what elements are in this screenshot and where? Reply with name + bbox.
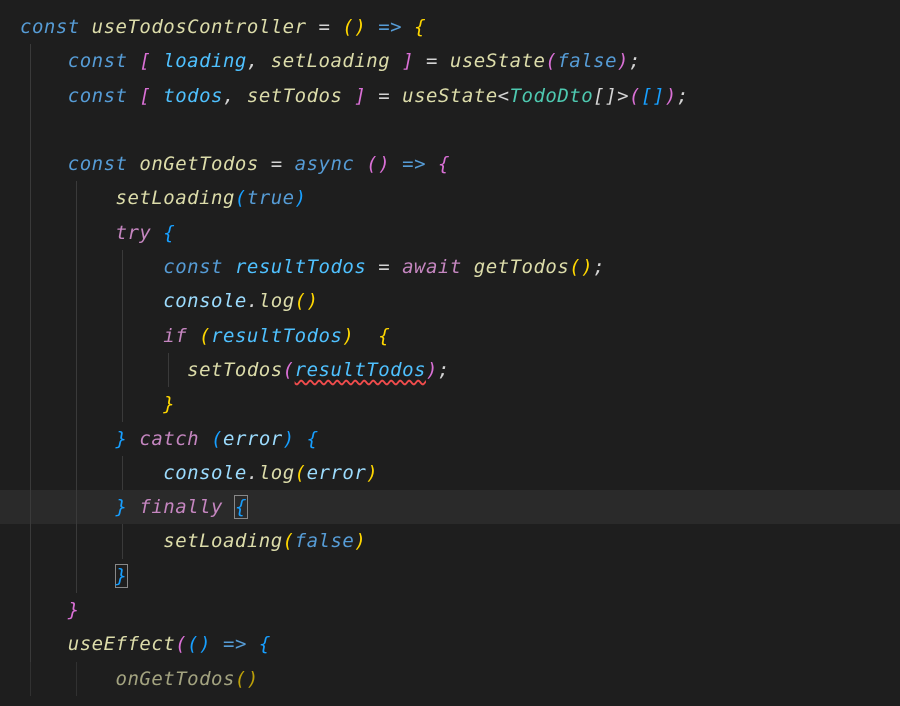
keyword-catch: catch bbox=[139, 428, 199, 450]
variable: setLoading bbox=[271, 50, 390, 72]
keyword-const: const bbox=[68, 85, 128, 107]
function-call: useEffect bbox=[68, 633, 175, 655]
method-log: log bbox=[259, 290, 295, 312]
type-name: TodoDto bbox=[510, 85, 594, 107]
variable: resultTodos bbox=[211, 325, 342, 347]
code-line[interactable]: setTodos(resultTodos); bbox=[0, 353, 900, 387]
boolean-literal: false bbox=[557, 50, 617, 72]
code-line[interactable]: const [ todos, setTodos ] = useState<Tod… bbox=[0, 79, 900, 113]
code-editor[interactable]: const useTodosController = () => { const… bbox=[0, 0, 900, 696]
function-call: setTodos bbox=[187, 359, 283, 381]
variable: error bbox=[223, 428, 283, 450]
keyword-finally: finally bbox=[139, 496, 223, 518]
function-call: setLoading bbox=[163, 530, 282, 552]
variable: setTodos bbox=[247, 85, 343, 107]
bracket-match: } bbox=[115, 564, 129, 588]
bracket-match: { bbox=[234, 495, 248, 519]
keyword-async: async bbox=[295, 153, 355, 175]
object-console: console bbox=[163, 462, 247, 484]
code-line[interactable]: try { bbox=[0, 216, 900, 250]
code-line[interactable]: setLoading(false) bbox=[0, 524, 900, 558]
variable: resultTodos bbox=[235, 256, 366, 278]
code-line[interactable]: useEffect(() => { bbox=[0, 627, 900, 661]
function-name: useTodosController bbox=[92, 16, 307, 38]
keyword-const: const bbox=[68, 153, 128, 175]
variable: error bbox=[307, 462, 367, 484]
function-call: getTodos bbox=[474, 256, 570, 278]
keyword-const: const bbox=[68, 50, 128, 72]
function-name: onGetTodos bbox=[139, 153, 258, 175]
keyword-if: if bbox=[163, 325, 187, 347]
boolean-literal: true bbox=[247, 187, 295, 209]
keyword-await: await bbox=[402, 256, 462, 278]
code-line-active[interactable]: } finally { bbox=[0, 490, 900, 524]
code-line[interactable]: console.log() bbox=[0, 284, 900, 318]
code-line[interactable]: if (resultTodos) { bbox=[0, 319, 900, 353]
code-line[interactable]: } bbox=[0, 593, 900, 627]
function-call: onGetTodos bbox=[116, 668, 235, 690]
function-call: setLoading bbox=[116, 187, 235, 209]
code-line[interactable]: setLoading(true) bbox=[0, 181, 900, 215]
variable-error: resultTodos bbox=[295, 359, 426, 381]
function-call: useState bbox=[402, 85, 498, 107]
code-line[interactable]: } bbox=[0, 387, 900, 421]
code-line[interactable]: const useTodosController = () => { bbox=[0, 10, 900, 44]
code-line[interactable]: const onGetTodos = async () => { bbox=[0, 147, 900, 181]
code-line-empty[interactable] bbox=[0, 113, 900, 147]
function-call: useState bbox=[450, 50, 546, 72]
code-line[interactable]: const [ loading, setLoading ] = useState… bbox=[0, 44, 900, 78]
keyword-try: try bbox=[116, 222, 152, 244]
code-line[interactable]: const resultTodos = await getTodos(); bbox=[0, 250, 900, 284]
variable: todos bbox=[163, 85, 223, 107]
code-line[interactable]: } bbox=[0, 559, 900, 593]
code-line[interactable]: } catch (error) { bbox=[0, 422, 900, 456]
keyword-const: const bbox=[163, 256, 223, 278]
code-line[interactable]: onGetTodos() bbox=[0, 662, 900, 696]
variable: loading bbox=[163, 50, 247, 72]
code-line[interactable]: console.log(error) bbox=[0, 456, 900, 490]
object-console: console bbox=[163, 290, 247, 312]
boolean-literal: false bbox=[295, 530, 355, 552]
keyword-const: const bbox=[20, 16, 80, 38]
method-log: log bbox=[259, 462, 295, 484]
